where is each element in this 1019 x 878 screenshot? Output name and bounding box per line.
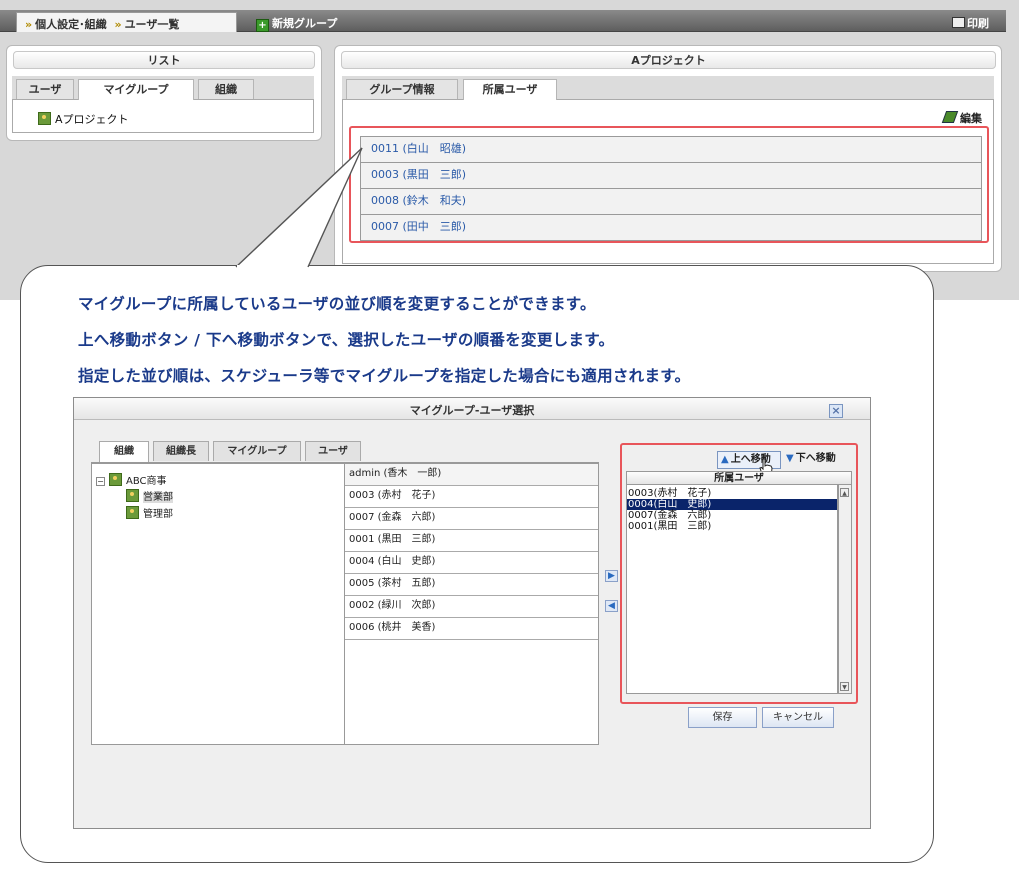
collapse-icon[interactable]: −	[96, 477, 105, 486]
user-row[interactable]: admin (香木 一郎)	[345, 464, 598, 486]
tree-node-label: ABC商事	[126, 476, 167, 487]
dialog-title: マイグループ-ユーザ選択	[409, 404, 535, 417]
cancel-button[interactable]: キャンセル	[762, 707, 834, 728]
user-row[interactable]: 0006 (桃井 美香)	[345, 618, 598, 640]
add-arrow-icon[interactable]: ▶	[605, 570, 618, 582]
user-row[interactable]: 0002 (緑川 次郎)	[345, 596, 598, 618]
organization-icon	[126, 489, 139, 502]
close-icon[interactable]: ×	[829, 404, 843, 418]
organization-tree: − ABC商事 営業部 管理部	[91, 463, 345, 745]
callout-text-line-3: 指定した並び順は、スケジューラ等でマイグループを指定した場合にも適用されます。	[78, 367, 691, 385]
tree-node-root[interactable]: − ABC商事	[96, 472, 167, 487]
callout-text-line-1: マイグループに所属しているユーザの並び順を変更することができます。	[78, 295, 596, 313]
user-row[interactable]: 0001 (黒田 三郎)	[345, 530, 598, 552]
user-row[interactable]: 0004 (白山 史郎)	[345, 552, 598, 574]
dialog-tab-my-groups[interactable]: マイグループ	[213, 441, 301, 461]
tree-node-label: 管理部	[143, 509, 173, 520]
dialog-tab-organization[interactable]: 組織	[99, 441, 149, 462]
user-row[interactable]: 0003 (赤村 花子)	[345, 486, 598, 508]
tree-node-label: 営業部	[143, 492, 173, 503]
tree-node-admin[interactable]: 管理部	[126, 505, 173, 520]
callout-text-line-2: 上へ移動ボタン / 下へ移動ボタンで、選択したユーザの順番を変更します。	[78, 331, 615, 349]
organization-icon	[109, 473, 122, 486]
dialog-tab-users[interactable]: ユーザ	[305, 441, 361, 461]
user-row[interactable]: 0005 (茶村 五郎)	[345, 574, 598, 596]
tree-node-sales[interactable]: 営業部	[126, 488, 173, 503]
user-row[interactable]: 0007 (金森 六郎)	[345, 508, 598, 530]
user-candidate-list: admin (香木 一郎) 0003 (赤村 花子) 0007 (金森 六郎) …	[344, 463, 599, 745]
organization-icon	[126, 506, 139, 519]
highlight-frame	[620, 443, 858, 704]
dialog-tab-org-head[interactable]: 組織長	[153, 441, 209, 461]
remove-arrow-icon[interactable]: ◀	[605, 600, 618, 612]
save-button[interactable]: 保存	[688, 707, 757, 728]
